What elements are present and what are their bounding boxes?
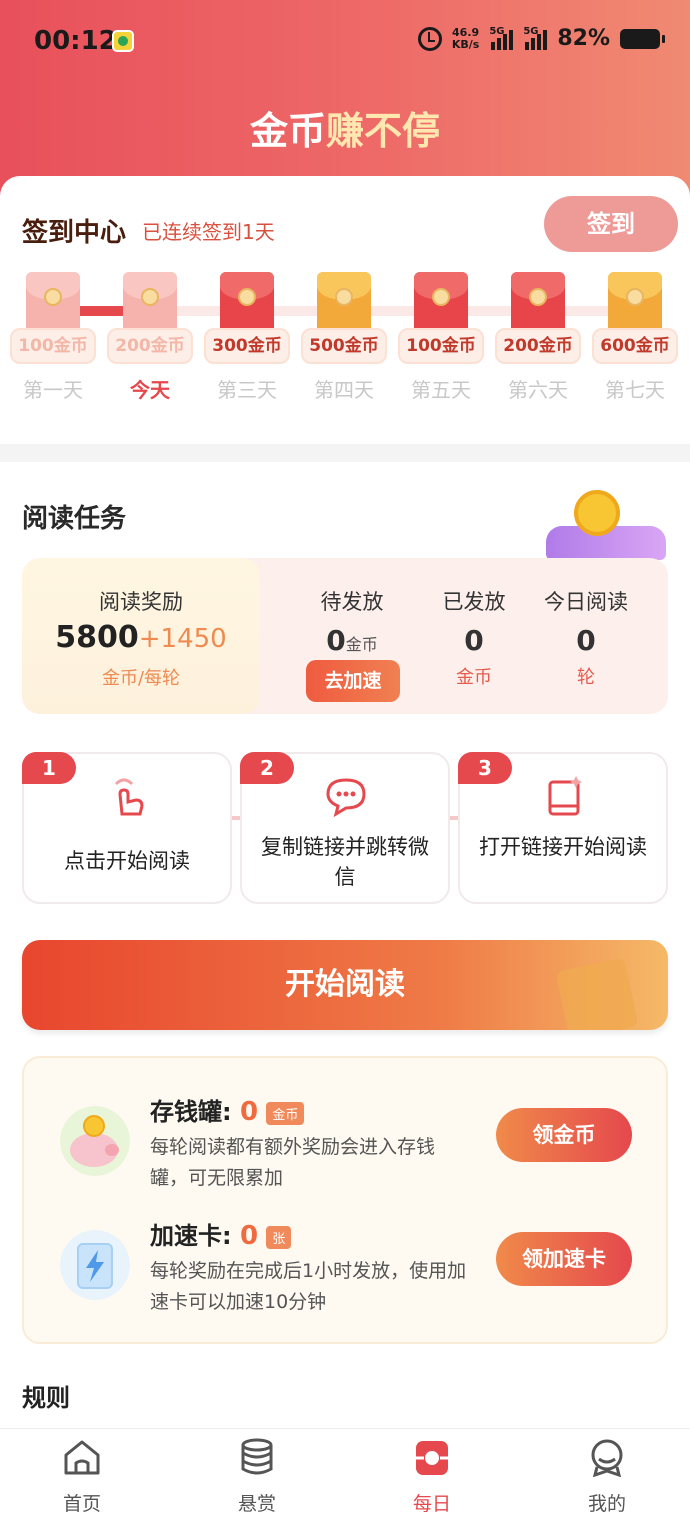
alarm-icon — [417, 26, 442, 51]
header: 00:12 46.9 KB/s 5G 5G 82% 金币赚不停 — [0, 0, 690, 200]
perks-panel: 存钱罐: 0 金币 每轮阅读都有额外奖励会进入存钱罐，可无限累加 领金币 加速卡… — [22, 1056, 668, 1344]
pending-stat: 待发放 0金币 — [320, 590, 384, 657]
lightning-card-icon — [60, 1230, 130, 1300]
clock: 00:12 — [34, 26, 117, 56]
reward-panel: 阅读奖励 5800+1450 金币/每轮 — [22, 558, 260, 714]
page-title: 金币赚不停 — [249, 109, 441, 153]
red-envelope-icon — [511, 272, 565, 336]
reading-stats: 阅读奖励 5800+1450 金币/每轮 待发放 0金币 去加速 已发放 0 金… — [22, 558, 668, 714]
red-envelope-icon — [220, 272, 274, 336]
status-bar: 00:12 46.9 KB/s 5G 5G 82% — [34, 22, 665, 62]
coin-book-icon — [540, 490, 666, 560]
reading-steps: 1 点击开始阅读 2 复制链接并跳转微信 3 打开链接开始阅读 — [22, 752, 668, 904]
net-speed: 46.9 KB/s — [451, 25, 480, 51]
speed-up-button[interactable]: 去加速 — [306, 660, 400, 702]
step-card: 2 复制链接并跳转微信 — [240, 752, 450, 904]
daily-icon — [416, 1441, 448, 1475]
red-envelope-icon — [26, 272, 80, 336]
streak-text: 已连续签到1天 — [142, 220, 275, 244]
gold-envelope-icon — [608, 272, 662, 336]
step-card: 3 打开链接开始阅读 — [458, 752, 668, 904]
start-reading-button[interactable]: 开始阅读 — [22, 940, 668, 1030]
nav-bounty[interactable]: 悬赏 — [197, 1437, 317, 1516]
coins-stack-icon — [241, 1438, 273, 1475]
bottom-nav: 首页 悬赏 每日 我的 — [0, 1428, 690, 1528]
open-book-icon — [548, 776, 582, 816]
home-icon — [64, 1440, 100, 1475]
nav-profile[interactable]: 我的 — [547, 1437, 667, 1516]
checkin-card: 签到中心 已连续签到1天 签到 100金币 第一天 200金币 今天 300金币… — [0, 176, 690, 444]
gold-envelope-icon — [317, 272, 371, 336]
today-reading-stat: 今日阅读 0 轮 — [544, 590, 628, 688]
red-envelope-icon — [414, 272, 468, 336]
tap-hand-icon — [114, 778, 144, 816]
checkin-button[interactable]: 签到 — [544, 196, 678, 252]
chat-icon — [326, 778, 366, 818]
signal-icon: 5G — [489, 26, 514, 50]
claim-speed-card-button[interactable]: 领加速卡 — [496, 1232, 632, 1286]
section-title: 阅读任务 — [22, 504, 127, 534]
speed-card-perk: 加速卡: 0 张 每轮奖励在完成后1小时发放，使用加速卡可以加速10分钟 领加速… — [24, 1216, 666, 1336]
battery-icon — [620, 28, 665, 49]
reading-task-section: 阅读任务 阅读奖励 5800+1450 金币/每轮 待发放 0金币 去加速 已发… — [0, 462, 690, 1428]
nav-home[interactable]: 首页 — [22, 1437, 142, 1516]
app-notification-icon — [112, 30, 134, 52]
claim-coins-button[interactable]: 领金币 — [496, 1108, 632, 1162]
checkin-title: 签到中心 — [22, 218, 127, 248]
red-envelope-icon — [123, 272, 177, 336]
profile-icon — [591, 1439, 623, 1478]
issued-stat: 已发放 0 金币 — [442, 590, 506, 688]
piggy-bank-icon — [60, 1106, 130, 1176]
step-card: 1 点击开始阅读 — [22, 752, 232, 904]
battery-level: 82% — [557, 26, 610, 51]
piggy-bank-perk: 存钱罐: 0 金币 每轮阅读都有额外奖励会进入存钱罐，可无限累加 领金币 — [24, 1092, 666, 1212]
nav-daily[interactable]: 每日 — [372, 1437, 492, 1516]
rules-title: 规则 — [22, 1384, 70, 1412]
signal-icon: 5G — [523, 26, 548, 50]
